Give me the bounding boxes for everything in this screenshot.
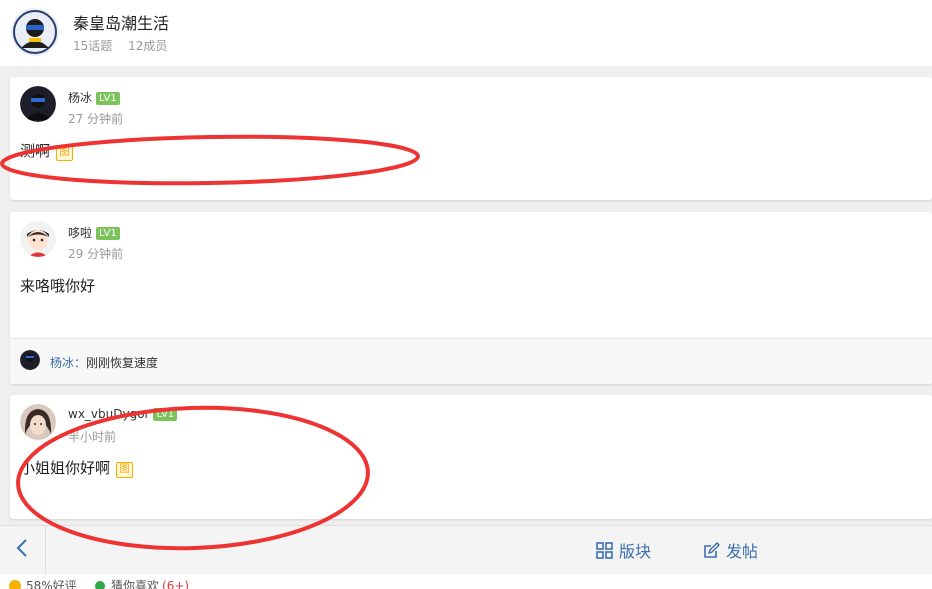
- level-badge: LV1: [153, 408, 178, 421]
- boards-button[interactable]: 版块: [596, 539, 651, 561]
- guess-count: (6+): [162, 578, 190, 589]
- status-strip: 58%好评 猜你喜欢 (6+): [0, 574, 932, 589]
- bottom-toolbar: 版块 发帖: [0, 525, 932, 574]
- post-content[interactable]: 来咯哦你好: [20, 275, 95, 296]
- rating-item[interactable]: 58%好评: [8, 577, 77, 589]
- level-badge: LV1: [96, 92, 120, 105]
- post-author[interactable]: 杨冰 LV1: [68, 89, 120, 106]
- topics-count: 15话题: [73, 39, 113, 53]
- group-title: 秦皇岛潮生活: [73, 14, 170, 33]
- post-author[interactable]: 哆啦 LV1: [68, 224, 120, 241]
- group-avatar[interactable]: [11, 8, 59, 56]
- avatar: [20, 350, 40, 370]
- reply-author[interactable]: 杨冰：: [50, 356, 86, 370]
- post-author[interactable]: wx_vbuDygor LV1: [68, 407, 178, 421]
- post-time: 半小时前: [68, 430, 117, 444]
- grid-icon: [596, 541, 613, 559]
- avatar[interactable]: [20, 404, 56, 440]
- image-badge-icon: 图: [56, 145, 74, 161]
- new-post-label: 发帖: [726, 542, 759, 561]
- level-badge: LV1: [96, 227, 120, 240]
- members-count: 12成员: [128, 39, 168, 53]
- post-card[interactable]: 杨冰 LV1 27 分钟前 测啊图: [10, 77, 932, 200]
- guess-label: 猜你喜欢: [111, 579, 160, 589]
- post-time: 27 分钟前: [68, 112, 124, 126]
- dot-icon: [95, 580, 105, 589]
- guess-like-item[interactable]: 猜你喜欢 (6+): [94, 577, 189, 589]
- back-button[interactable]: [0, 526, 46, 574]
- post-time: 29 分钟前: [68, 247, 124, 261]
- avatar[interactable]: [20, 221, 56, 257]
- reply-body: 刚刚恢复速度: [86, 356, 159, 370]
- post-card[interactable]: wx_vbuDygor LV1 半小时前 小姐姐你好啊图: [10, 395, 932, 519]
- image-badge-icon: 图: [116, 462, 134, 478]
- rating-text: 58%好评: [26, 579, 77, 589]
- chevron-left-icon: [16, 539, 27, 557]
- reply-text: 杨冰：刚刚恢复速度: [50, 354, 158, 371]
- new-post-button[interactable]: 发帖: [703, 539, 758, 561]
- post-card[interactable]: 哆啦 LV1 29 分钟前 来咯哦你好 杨冰：刚刚恢复速度: [10, 212, 932, 384]
- forum-page: 秦皇岛潮生活 15话题 12成员 杨冰 LV1 27 分钟前 测啊图 哆啦 LV…: [0, 0, 932, 589]
- group-stats: 15话题 12成员: [73, 37, 179, 54]
- group-header: 秦皇岛潮生活 15话题 12成员: [0, 0, 932, 66]
- post-content[interactable]: 测啊图: [20, 140, 74, 161]
- reply-preview[interactable]: 杨冰：刚刚恢复速度: [10, 338, 932, 384]
- avatar[interactable]: [20, 86, 56, 122]
- smile-icon: [9, 579, 21, 589]
- edit-icon: [704, 541, 720, 558]
- post-content[interactable]: 小姐姐你好啊图: [20, 457, 134, 478]
- boards-label: 版块: [619, 542, 652, 561]
